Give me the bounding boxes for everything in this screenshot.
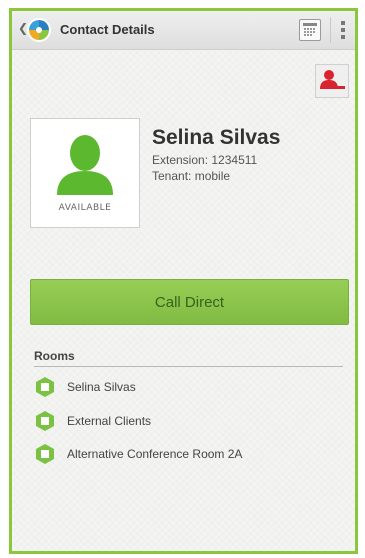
overflow-menu-icon[interactable] bbox=[338, 19, 348, 41]
room-list-item[interactable]: Selina Silvas bbox=[34, 375, 334, 399]
contact-alert-button[interactable] bbox=[315, 64, 349, 98]
presence-status: AVAILABLE bbox=[58, 203, 112, 213]
call-direct-button[interactable]: Call Direct bbox=[30, 279, 349, 325]
contact-name: Selina Silvas bbox=[152, 126, 281, 149]
contact-extension: Extension: 1234511 bbox=[152, 153, 258, 167]
room-label: External Clients bbox=[67, 414, 152, 428]
room-list-item[interactable]: Alternative Conference Room 2A bbox=[34, 442, 334, 466]
contact-tenant: Tenant: mobile bbox=[152, 169, 231, 183]
person-silhouette-icon bbox=[57, 135, 113, 195]
room-icon bbox=[36, 444, 54, 464]
app-logo-icon[interactable] bbox=[26, 17, 52, 43]
screen-title: Contact Details bbox=[60, 22, 155, 37]
action-bar: ❮ Contact Details bbox=[12, 11, 355, 50]
room-label: Alternative Conference Room 2A bbox=[67, 447, 243, 461]
contact-avatar: AVAILABLE bbox=[30, 118, 140, 228]
action-bar-divider bbox=[330, 17, 331, 43]
app-screen: ❮ Contact Details AVAILABLE Selina Silva… bbox=[9, 8, 358, 554]
room-list-item[interactable]: External Clients bbox=[34, 409, 334, 433]
rooms-divider bbox=[34, 366, 343, 367]
calendar-icon[interactable] bbox=[299, 19, 321, 41]
contact-alert-icon bbox=[320, 70, 345, 89]
room-icon bbox=[36, 377, 54, 397]
room-label: Selina Silvas bbox=[67, 380, 136, 394]
rooms-heading: Rooms bbox=[34, 349, 75, 363]
room-icon bbox=[36, 411, 54, 431]
